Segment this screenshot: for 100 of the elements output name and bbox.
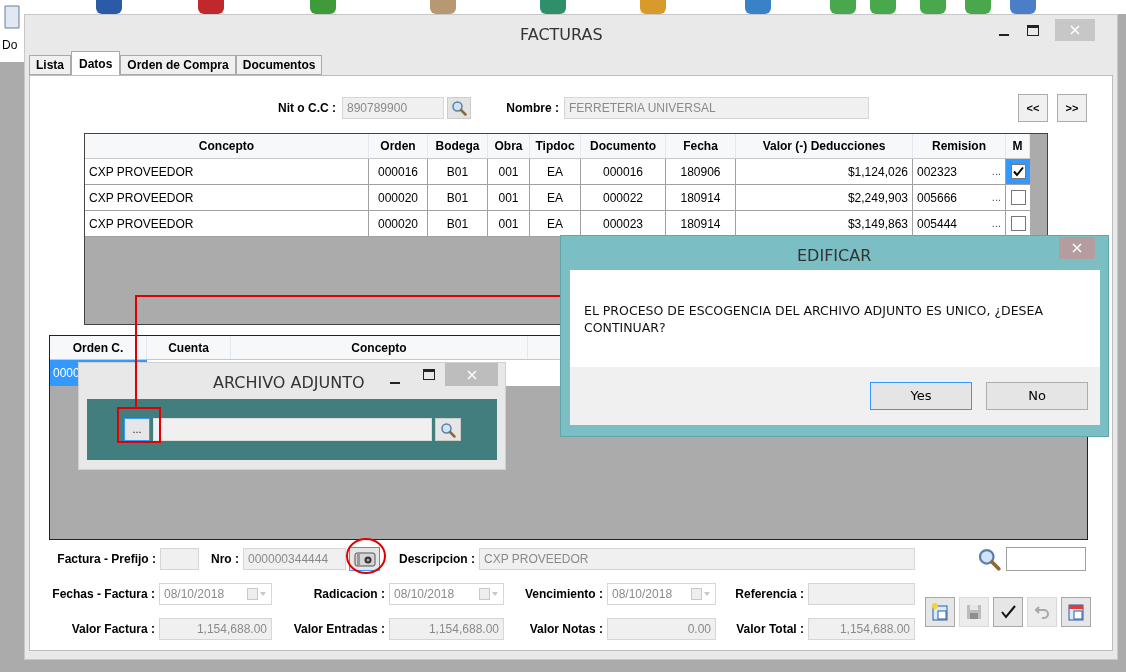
maximize-button[interactable] (1027, 24, 1039, 36)
desktop-icon[interactable] (920, 0, 946, 14)
maximize-button[interactable] (423, 369, 435, 380)
report-icon (1066, 601, 1086, 622)
desktop-icon[interactable] (540, 0, 566, 14)
dialog-title: EDIFICAR (797, 245, 872, 267)
next-button[interactable]: >> (1057, 94, 1087, 122)
table-cell: B01 (428, 211, 488, 236)
table-cell: $2,249,903 (736, 185, 913, 210)
table-cell: 000020 (369, 185, 428, 210)
date-field[interactable]: 08/10/2018 (389, 583, 504, 605)
date-field[interactable]: 08/10/2018 (159, 583, 272, 605)
desktop-icon[interactable] (745, 0, 771, 14)
search-icon (440, 421, 456, 438)
calendar-dropdown-icon (247, 588, 267, 600)
remision-picker-button[interactable]: ... (991, 163, 1001, 180)
search-button[interactable] (435, 418, 461, 441)
column-header[interactable]: Tipdoc (530, 134, 581, 158)
column-header[interactable]: Fecha (666, 134, 736, 158)
tab[interactable]: Documentos (235, 55, 323, 75)
field-label: Valor Entradas : (292, 621, 385, 638)
column-header[interactable]: Orden (369, 134, 428, 158)
tab[interactable]: Datos (71, 51, 121, 75)
toolbar-button[interactable] (993, 596, 1023, 627)
close-icon (1070, 25, 1080, 35)
table-cell: CXP PROVEEDOR (85, 185, 369, 210)
highlight-rectangle (117, 407, 161, 443)
table-cell: 001 (488, 211, 530, 236)
table-cell: 000020 (369, 211, 428, 236)
desktop-icon[interactable] (198, 0, 224, 14)
field-label: Factura - Prefijo : (56, 551, 156, 568)
table-cell: CXP PROVEEDOR (85, 159, 369, 184)
table-cell: 000016 (581, 159, 666, 184)
column-header[interactable]: Documento (581, 134, 666, 158)
table-cell: EA (530, 159, 581, 184)
column-header[interactable]: Orden C. (50, 336, 147, 359)
column-header[interactable]: Concepto (85, 134, 369, 158)
new-document-icon (930, 601, 950, 622)
field-label: Nombre : (505, 100, 559, 117)
column-header[interactable]: Remision (913, 134, 1006, 158)
calendar-dropdown-icon (479, 588, 499, 600)
checkbox[interactable] (1010, 216, 1026, 231)
table-cell: CXP PROVEEDOR (85, 211, 369, 236)
column-header[interactable]: Bodega (428, 134, 488, 158)
remision-picker-button[interactable]: ... (991, 189, 1001, 206)
column-header[interactable]: Valor (-) Deducciones (736, 134, 913, 158)
window-title: FACTURAS (520, 24, 603, 46)
table-cell: 001 (488, 185, 530, 210)
remision-picker-button[interactable]: ... (991, 215, 1001, 232)
previous-button[interactable]: << (1018, 94, 1048, 122)
search-field[interactable] (1006, 547, 1086, 571)
table-cell: 000022 (581, 185, 666, 210)
calendar-dropdown-icon (691, 588, 711, 600)
desktop-icon[interactable] (1010, 0, 1036, 14)
desktop-icon[interactable] (96, 0, 122, 14)
desktop-icon[interactable] (870, 0, 896, 14)
checkbox[interactable] (1010, 164, 1026, 179)
text-field[interactable] (808, 583, 915, 605)
dialog-button[interactable]: Yes (870, 382, 972, 410)
field-label: Vencimiento : (523, 586, 603, 603)
field-label: Valor Notas : (528, 621, 603, 638)
camera-icon (353, 551, 376, 567)
table-cell: 180914 (666, 185, 736, 210)
field-label: Valor Total : (735, 621, 804, 638)
column-header[interactable]: M (1006, 134, 1030, 158)
desktop-icon[interactable] (310, 0, 336, 14)
check-icon (1012, 166, 1024, 177)
field-label: Descripcion : (397, 551, 475, 568)
dialog-message: EL PROCESO DE ESCOGENCIA DEL ARCHIVO ADJUNTO ES UNICO, ¿DESEA CONTINUAR? (584, 301, 1044, 336)
search-icon (977, 547, 1001, 571)
table-cell: EA (530, 185, 581, 210)
column-header[interactable]: Obra (488, 134, 530, 158)
table-cell-text: 002323 (917, 163, 958, 181)
close-icon (1072, 243, 1082, 253)
tab[interactable]: Lista (29, 55, 71, 75)
highlight-circle (346, 538, 386, 574)
table-cell: B01 (428, 159, 488, 184)
search-button[interactable] (447, 97, 471, 119)
table-cell: $1,124,026 (736, 159, 913, 184)
table-cell: 180906 (666, 159, 736, 184)
browse-button[interactable]: ... (124, 418, 150, 441)
field-label: Radicacion : (312, 586, 385, 603)
desktop-icon-label: Do (2, 37, 18, 54)
date-field[interactable]: 08/10/2018 (607, 583, 716, 605)
field-label: Referencia : (734, 586, 804, 603)
field-label: Nro : (210, 551, 239, 568)
field-label: Fechas - Factura : (51, 586, 155, 603)
close-icon (466, 369, 477, 380)
dialog-button[interactable]: No (986, 382, 1088, 410)
search-icon (451, 100, 467, 116)
desktop-icon[interactable] (830, 0, 856, 14)
column-header[interactable]: Concepto (231, 336, 528, 359)
checkbox[interactable] (1010, 190, 1026, 205)
camera-button[interactable] (349, 547, 380, 571)
table-cell-text: 005444 (917, 215, 958, 233)
column-header[interactable]: Cuenta (147, 336, 231, 359)
tab[interactable]: Orden de Compra (120, 55, 236, 75)
desktop-icon[interactable] (965, 0, 991, 14)
file-path-field[interactable] (153, 418, 432, 441)
text-field[interactable] (160, 548, 199, 570)
